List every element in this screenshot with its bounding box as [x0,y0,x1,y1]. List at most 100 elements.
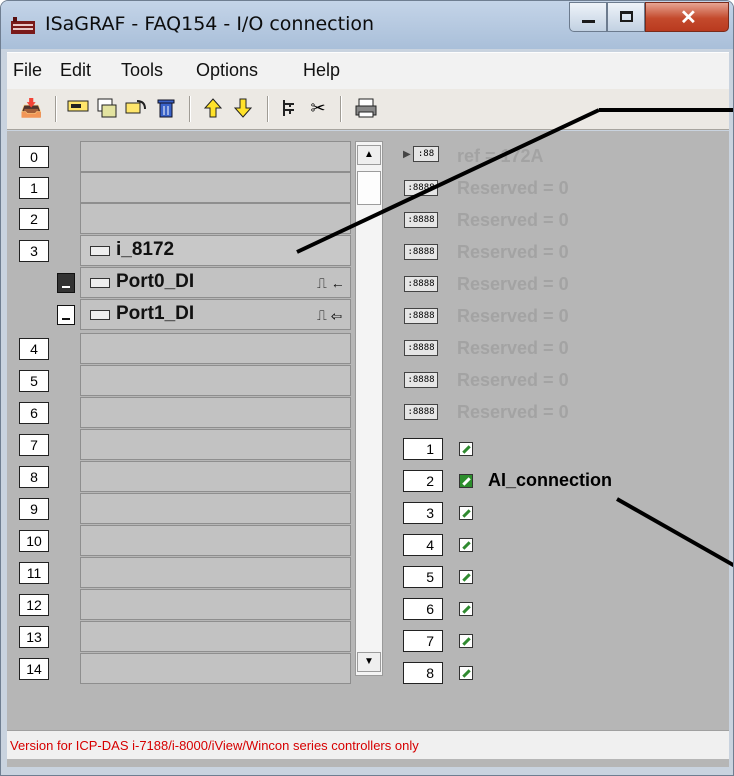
ref-board-icon: :88 [413,146,439,162]
slot-number-0[interactable]: 0 [19,146,49,168]
io-channel-number[interactable]: 7 [403,630,443,652]
reserved-channel-label: Reserved = 0 [457,338,569,358]
direction-icon: ⎍ ← [317,275,345,291]
edit-variable-icon[interactable] [459,570,473,584]
reserved-channel-label: Reserved = 0 [457,210,569,230]
slot-bar-4[interactable] [80,333,351,364]
title-bar[interactable]: ISaGRAF - FAQ154 - I/O connection ✕ [1,1,733,49]
tree-icon[interactable] [279,98,301,118]
menu-tools[interactable]: Tools [121,60,163,81]
slot-number-8[interactable]: 8 [19,466,49,488]
isagraf-app-icon [11,17,35,34]
print-icon[interactable] [355,98,377,118]
menu-options[interactable]: Options [196,60,258,81]
sub-board-expander[interactable] [57,305,75,325]
menu-help[interactable]: Help [303,60,340,81]
slot-bar-8[interactable] [80,461,351,492]
slot-number-5[interactable]: 5 [19,370,49,392]
maximize-icon [620,11,633,22]
sub-board-label: Port1_DI [116,303,195,324]
ai-connection-label: AI_connection [488,470,613,490]
minimize-icon [582,20,595,23]
minimize-button[interactable] [569,2,607,32]
scroll-up-button[interactable]: ▲ [357,145,381,165]
scroll-thumb[interactable] [357,171,381,205]
slot-bar-0[interactable] [80,141,351,172]
slot-bar-12[interactable] [80,589,351,620]
io-channel-number[interactable]: 5 [403,566,443,588]
slot-number-2[interactable]: 2 [19,208,49,230]
slot-bar-13[interactable] [80,621,351,652]
edit-variable-icon[interactable] [459,602,473,616]
toolbar-separator [267,96,269,122]
reserved-channel-icon: :8888 [404,308,438,324]
direction-icon: ⎍ ⇦ [317,307,342,323]
slot-number-4[interactable]: 4 [19,338,49,360]
edit-variable-icon[interactable] [459,442,473,456]
slot-bar-10[interactable] [80,525,351,556]
cut-icon[interactable]: ✂ [307,98,329,118]
io-channel-number[interactable]: 6 [403,598,443,620]
io-channel-number[interactable]: 3 [403,502,443,524]
reserved-channel-icon: :8888 [404,404,438,420]
slot-number-1[interactable]: 1 [19,177,49,199]
slot-bar-6[interactable] [80,397,351,428]
toolbar-separator [55,96,57,122]
collapse-icon [62,286,70,288]
sub-board-label: Port0_DI [116,271,195,292]
slot-number-7[interactable]: 7 [19,434,49,456]
down-arrow-icon[interactable] [232,98,254,118]
edit-variable-icon[interactable] [459,538,473,552]
toolbar: 📥 ✂ [7,89,729,130]
slot-number-9[interactable]: 9 [19,498,49,520]
sub-board-icon [90,310,110,320]
sub-board-expander[interactable] [57,273,75,293]
status-bar: Version for ICP-DAS i-7188/i-8000/iView/… [7,730,729,759]
slot-board-label: i_8172 [116,239,175,260]
reserved-channel-icon: :8888 [404,276,438,292]
slot-scrollbar[interactable]: ▲ ▼ [355,141,383,676]
connect-icon[interactable] [67,98,89,118]
menu-edit[interactable]: Edit [60,60,91,81]
slot-number-12[interactable]: 12 [19,594,49,616]
connected-variable-icon[interactable] [459,474,473,488]
board-icon [90,246,110,256]
slot-number-13[interactable]: 13 [19,626,49,648]
edit-variable-icon[interactable] [459,506,473,520]
reserved-channel-label: Reserved = 0 [457,402,569,422]
sub-board-icon [90,278,110,288]
edit-variable-icon[interactable] [459,634,473,648]
slot-number-11[interactable]: 11 [19,562,49,584]
copy-board-icon[interactable] [96,98,118,118]
scroll-down-button[interactable]: ▼ [357,652,381,672]
close-icon: ✕ [680,7,697,29]
ref-label: ref = 172A [457,146,544,166]
slot-number-6[interactable]: 6 [19,402,49,424]
slot-number-14[interactable]: 14 [19,658,49,680]
menu-file[interactable]: File [13,60,42,81]
io-channel-number[interactable]: 8 [403,662,443,684]
reserved-channel-label: Reserved = 0 [457,370,569,390]
up-arrow-icon[interactable] [202,98,224,118]
delete-icon[interactable] [155,98,177,118]
slot-bar-9[interactable] [80,493,351,524]
slot-number-3[interactable]: 3 [19,240,49,262]
io-channel-number[interactable]: 4 [403,534,443,556]
io-channel-number[interactable]: 2 [403,470,443,492]
slot-bar-14[interactable] [80,653,351,684]
slot-bar-1[interactable] [80,172,351,203]
window-title: ISaGRAF - FAQ154 - I/O connection [45,13,375,35]
slot-bar-5[interactable] [80,365,351,396]
slot-number-10[interactable]: 10 [19,530,49,552]
slot-bar-7[interactable] [80,429,351,460]
close-button[interactable]: ✕ [645,2,729,32]
slot-bar-2[interactable] [80,203,351,234]
reserved-channel-label: Reserved = 0 [457,178,569,198]
maximize-button[interactable] [607,2,645,32]
slot-bar-11[interactable] [80,557,351,588]
open-icon[interactable]: 📥 [20,98,42,118]
io-channel-number[interactable]: 1 [403,438,443,460]
toolbar-separator [189,96,191,122]
refresh-icon[interactable] [125,98,147,118]
edit-variable-icon[interactable] [459,666,473,680]
